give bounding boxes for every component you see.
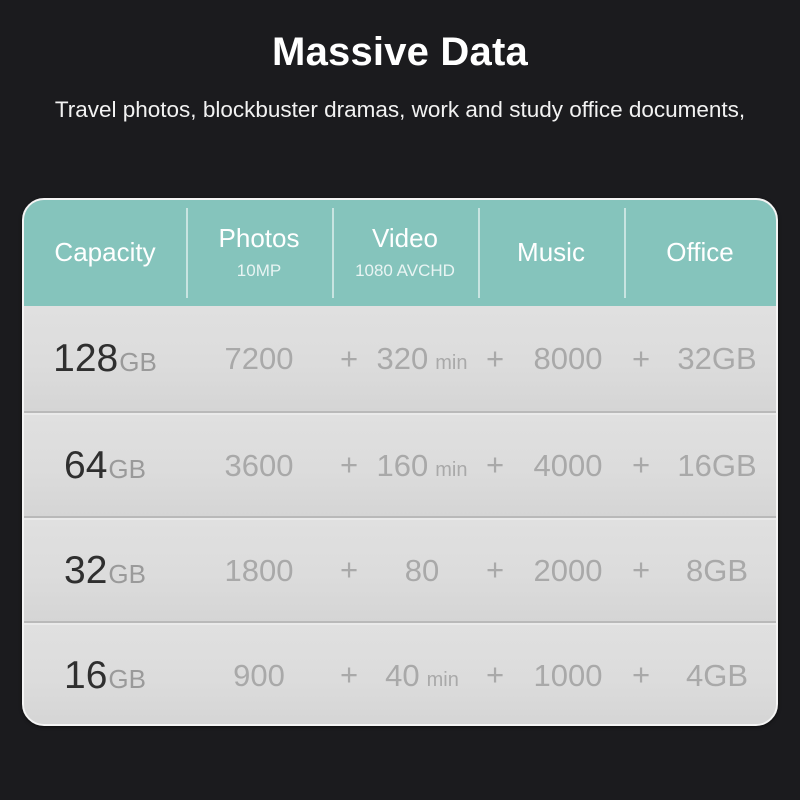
capacity-unit: GB <box>108 559 146 589</box>
cell-music: 1000 <box>512 623 624 724</box>
plus-separator: + <box>485 656 505 692</box>
table-row: 64 GB 3600 +160 min +4000 +16GB <box>24 411 776 516</box>
capacity-value: 64 <box>64 444 108 487</box>
cell-office: 16GB <box>658 413 776 516</box>
plus-separator: + <box>631 656 651 692</box>
capacity-unit: GB <box>119 347 157 377</box>
column-header-photos: Photos 10MP <box>186 200 332 306</box>
capacity-value: 32 <box>64 549 108 592</box>
cell-music: 8000 <box>512 306 624 411</box>
capacity-comparison-card: Capacity Photos 10MP Video 1080 AVCHD Music Of… <box>22 198 778 726</box>
table-row: 16 GB 900 +40 min +1000 +4GB <box>24 621 776 724</box>
video-value: 160 <box>376 448 429 483</box>
photos-value: 3600 <box>224 448 294 483</box>
video-value: 40 <box>385 658 420 693</box>
cell-capacity: 32 GB <box>24 518 186 621</box>
table-row: 128 GB 7200 +320 min +8000 +32GB <box>24 306 776 411</box>
cell-office: 8GB <box>658 518 776 621</box>
video-value: 320 <box>376 341 429 376</box>
column-header-video: Video 1080 AVCHD <box>332 200 478 306</box>
plus-separator: + <box>339 656 359 692</box>
cell-office: 32GB <box>658 306 776 411</box>
page-subtitle: Travel photos, blockbuster dramas, work … <box>54 97 746 122</box>
column-header-office: Office <box>624 200 776 306</box>
column-header-capacity: Capacity <box>24 200 186 306</box>
column-header-music: Music <box>478 200 624 306</box>
table-row: 32 GB 1800 +80 +2000 +8GB <box>24 516 776 621</box>
plus-separator: + <box>631 551 651 587</box>
plus-separator: + <box>485 551 505 587</box>
plus-separator: + <box>631 340 651 376</box>
column-header-label: Music <box>517 237 585 268</box>
music-value: 2000 <box>533 553 603 588</box>
cell-office: 4GB <box>658 623 776 724</box>
plus-separator: + <box>485 340 505 376</box>
cell-music: 4000 <box>512 413 624 516</box>
video-value: 80 <box>404 553 440 588</box>
video-unit: min <box>435 459 468 481</box>
photos-value: 7200 <box>224 341 294 376</box>
video-unit: min <box>435 352 468 374</box>
cell-photos: 1800 <box>186 518 332 621</box>
cell-video: 40 min <box>366 623 478 724</box>
column-header-sublabel: 10MP <box>236 261 282 281</box>
capacity-unit: GB <box>108 664 146 694</box>
cell-music: 2000 <box>512 518 624 621</box>
office-value: 16GB <box>677 448 757 483</box>
cell-capacity: 128 GB <box>24 306 186 411</box>
cell-video: 160 min <box>366 413 478 516</box>
table-body: 128 GB 7200 +320 min +8000 +32GB 64 GB 3600 +160 mi… <box>24 306 776 724</box>
column-header-label: Video <box>371 223 439 254</box>
plus-separator: + <box>339 446 359 482</box>
photos-value: 1800 <box>224 553 294 588</box>
cell-photos: 3600 <box>186 413 332 516</box>
video-unit: min <box>426 669 459 691</box>
plus-separator: + <box>485 446 505 482</box>
photos-value: 900 <box>233 658 285 693</box>
capacity-value: 16 <box>64 654 108 697</box>
cell-video: 320 min <box>366 306 478 411</box>
column-header-label: Capacity <box>54 237 156 268</box>
page-title: Massive Data <box>272 30 528 74</box>
column-header-sublabel: 1080 AVCHD <box>355 261 455 281</box>
column-header-label: Office <box>666 237 734 268</box>
plus-separator: + <box>631 446 651 482</box>
cell-capacity: 64 GB <box>24 413 186 516</box>
office-value: 4GB <box>685 658 749 693</box>
cell-video: 80 <box>366 518 478 621</box>
music-value: 4000 <box>533 448 603 483</box>
plus-separator: + <box>339 551 359 587</box>
table-header-row: Capacity Photos 10MP Video 1080 AVCHD Music Of… <box>24 200 776 306</box>
hero-section: Massive Data Travel photos, blockbuster … <box>0 0 800 126</box>
capacity-unit: GB <box>108 454 146 484</box>
music-value: 1000 <box>533 658 603 693</box>
cell-photos: 7200 <box>186 306 332 411</box>
office-value: 8GB <box>685 553 749 588</box>
plus-separator: + <box>339 340 359 376</box>
column-header-label: Photos <box>218 223 300 254</box>
music-value: 8000 <box>533 341 603 376</box>
office-value: 32GB <box>677 341 757 376</box>
cell-capacity: 16 GB <box>24 623 186 724</box>
cell-photos: 900 <box>186 623 332 724</box>
capacity-value: 128 <box>53 337 119 380</box>
